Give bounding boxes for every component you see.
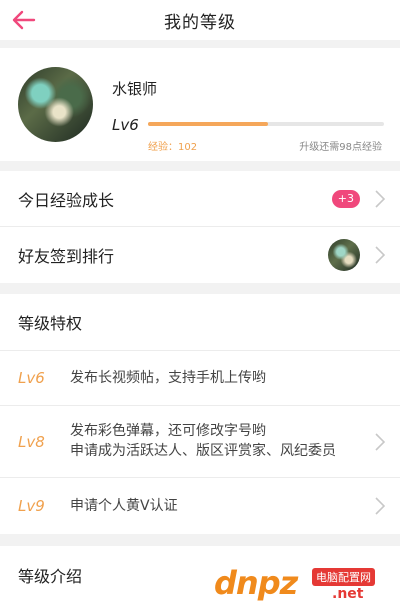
- username: 水银师: [112, 80, 158, 98]
- avatar[interactable]: [18, 67, 93, 142]
- current-level: Lv6: [112, 116, 139, 134]
- top-bar: 我的等级: [0, 0, 400, 40]
- friend-avatar: [328, 239, 360, 271]
- exp-progress-bar: [148, 122, 384, 126]
- privilege-description-line: 申请成为活跃达人、版区评赏家、风纪委员: [70, 443, 336, 459]
- exp-value: 经验：102: [148, 142, 198, 153]
- watermark-domain: .net: [332, 586, 364, 602]
- daily-growth-label: 今日经验成长: [18, 190, 115, 210]
- friend-rank-label: 好友签到排行: [18, 247, 115, 266]
- page-title: 我的等级: [164, 12, 236, 33]
- level-intro-title: 等级介绍: [18, 567, 83, 586]
- friend-rank-row[interactable]: 好友签到排行: [0, 227, 400, 283]
- privilege-item[interactable]: Lv9 申请个人黄V认证: [0, 478, 400, 534]
- exp-gain-badge: +3: [331, 189, 360, 208]
- chevron-right-icon: [375, 432, 386, 451]
- privilege-description-line: 发布彩色弹幕，还可修改字号哟: [70, 423, 266, 439]
- privileges-title: 等级特权: [18, 314, 83, 333]
- privilege-description: 发布长视频帖，支持手机上传哟: [70, 370, 266, 386]
- chevron-right-icon: [375, 497, 386, 515]
- chevron-right-icon: [375, 189, 386, 208]
- privileges-section: 等级特权 Lv6 发布长视频帖，支持手机上传哟 Lv8 发布彩色弹幕，还可修改字…: [0, 294, 400, 534]
- profile-card: 水银师 Lv6 经验：102 升级还需98点经验: [0, 48, 400, 161]
- daily-growth-row[interactable]: 今日经验成长 +3: [0, 171, 400, 227]
- watermark-site-name: 电脑配置网: [312, 568, 375, 586]
- site-watermark: dnpz 电脑配置网 .net: [214, 560, 394, 606]
- chevron-right-icon: [375, 246, 386, 264]
- privilege-level: Lv6: [18, 369, 45, 387]
- back-arrow-icon[interactable]: [10, 7, 38, 33]
- privilege-item[interactable]: Lv8 发布彩色弹幕，还可修改字号哟 申请成为活跃达人、版区评赏家、风纪委员: [0, 406, 400, 478]
- privilege-level: Lv8: [18, 432, 45, 451]
- exp-progress-fill: [148, 122, 269, 126]
- privilege-description: 发布彩色弹幕，还可修改字号哟 申请成为活跃达人、版区评赏家、风纪委员: [70, 421, 336, 461]
- growth-list: 今日经验成长 +3 好友签到排行: [0, 171, 400, 283]
- privileges-header: 等级特权: [0, 294, 400, 351]
- privilege-level: Lv9: [18, 497, 45, 515]
- watermark-logo: dnpz: [214, 564, 298, 602]
- privilege-description: 申请个人黄V认证: [70, 498, 178, 514]
- privilege-item[interactable]: Lv6 发布长视频帖，支持手机上传哟: [0, 351, 400, 406]
- exp-to-next-level: 升级还需98点经验: [299, 142, 382, 153]
